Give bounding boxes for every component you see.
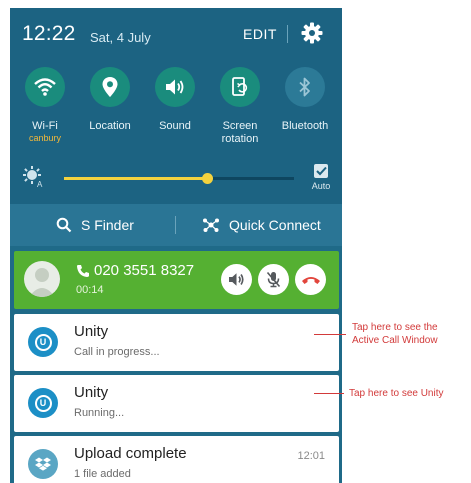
toggle-label-line2: rotation bbox=[221, 133, 259, 145]
speaker-button[interactable] bbox=[221, 264, 252, 295]
brightness-fill bbox=[64, 177, 207, 180]
toggle-sound[interactable]: Sound bbox=[144, 67, 206, 133]
callout-text-unity: Tap here to see Unity bbox=[349, 388, 444, 399]
notification-subtitle: 1 file added bbox=[74, 468, 131, 480]
brightness-row: A Auto bbox=[10, 154, 342, 204]
auto-brightness-checkbox[interactable]: Auto bbox=[306, 164, 336, 191]
toggle-label: Sound bbox=[159, 120, 191, 132]
bluetooth-icon bbox=[285, 67, 325, 107]
brightness-slider[interactable] bbox=[64, 173, 294, 184]
toggle-wifi[interactable]: Wi-Fi canbury bbox=[14, 67, 76, 144]
hang-up-icon bbox=[301, 276, 320, 284]
notification-subtitle: Call in progress... bbox=[74, 346, 160, 358]
status-row: 12:22 Sat, 4 July EDIT bbox=[10, 8, 342, 60]
toggle-screen-rotation[interactable]: Screen rotation bbox=[209, 67, 271, 146]
phone-icon bbox=[76, 264, 90, 278]
toggle-label: Bluetooth bbox=[281, 120, 329, 132]
unity-icon: U bbox=[28, 388, 58, 418]
svg-text:A: A bbox=[37, 180, 43, 188]
divider bbox=[175, 216, 176, 234]
notification-time: 12:01 bbox=[297, 450, 325, 462]
toggle-sublabel: canbury bbox=[28, 133, 62, 143]
checkmark-icon bbox=[314, 164, 328, 178]
toggle-label: Location bbox=[89, 120, 131, 132]
quick-connect-button[interactable]: Quick Connect bbox=[202, 204, 321, 246]
auto-label: Auto bbox=[311, 181, 331, 191]
brightness-auto-icon: A bbox=[23, 166, 45, 189]
toggle-label: Wi-Fi bbox=[32, 120, 58, 132]
speaker-icon bbox=[155, 67, 195, 107]
unity-icon: U bbox=[28, 327, 58, 357]
notification-unity-call[interactable]: U Unity Call in progress... bbox=[14, 314, 339, 371]
toggle-label: Screen bbox=[222, 120, 258, 132]
clock-time: 12:22 bbox=[22, 22, 76, 45]
screen-rotation-icon bbox=[220, 67, 260, 107]
edit-button[interactable]: EDIT bbox=[243, 26, 277, 42]
caller-number: 020 3551 8327 bbox=[94, 262, 195, 279]
notification-unity-running[interactable]: U Unity Running... bbox=[14, 375, 339, 432]
s-finder-label: S Finder bbox=[81, 217, 134, 233]
notification-upload-complete[interactable]: Upload complete 1 file added 12:01 bbox=[14, 436, 339, 483]
quick-connect-label: Quick Connect bbox=[229, 217, 321, 233]
gear-icon[interactable] bbox=[300, 21, 324, 45]
location-pin-icon bbox=[90, 67, 130, 107]
notification-subtitle: Running... bbox=[74, 407, 125, 419]
s-finder-button[interactable]: S Finder bbox=[56, 204, 134, 246]
date-label: Sat, 4 July bbox=[90, 30, 151, 45]
quick-settings-toggles: Wi-Fi canbury Location Sound Screen rota… bbox=[10, 60, 342, 154]
end-call-button[interactable] bbox=[295, 264, 326, 295]
mute-button[interactable] bbox=[258, 264, 289, 295]
quick-connect-icon bbox=[203, 218, 219, 232]
callout-line bbox=[314, 393, 344, 394]
dropbox-icon bbox=[28, 449, 58, 479]
wifi-icon bbox=[25, 67, 65, 107]
callout-text-call-window: Tap here to see the Active Call Window bbox=[352, 321, 438, 347]
divider bbox=[287, 25, 288, 43]
toggle-bluetooth[interactable]: Bluetooth bbox=[274, 67, 336, 133]
callout-line2: Active Call Window bbox=[352, 335, 438, 346]
toggle-location[interactable]: Location bbox=[79, 67, 141, 133]
finder-row: S Finder Quick Connect bbox=[10, 204, 342, 246]
notification-title: Unity bbox=[74, 384, 109, 401]
avatar bbox=[24, 261, 60, 297]
search-icon bbox=[56, 217, 72, 233]
callout-line bbox=[314, 334, 346, 335]
speaker-icon bbox=[229, 273, 244, 286]
call-duration: 00:14 bbox=[76, 284, 104, 296]
notification-shade: 12:22 Sat, 4 July EDIT Wi-Fi canbury Loc… bbox=[10, 8, 342, 483]
active-call-card[interactable]: 020 3551 8327 00:14 bbox=[14, 251, 339, 309]
notification-title: Unity bbox=[74, 323, 109, 340]
notification-title: Upload complete bbox=[74, 445, 187, 462]
mic-muted-icon bbox=[266, 271, 281, 288]
brightness-thumb[interactable] bbox=[201, 173, 213, 184]
callout-line1: Tap here to see the bbox=[352, 322, 438, 333]
